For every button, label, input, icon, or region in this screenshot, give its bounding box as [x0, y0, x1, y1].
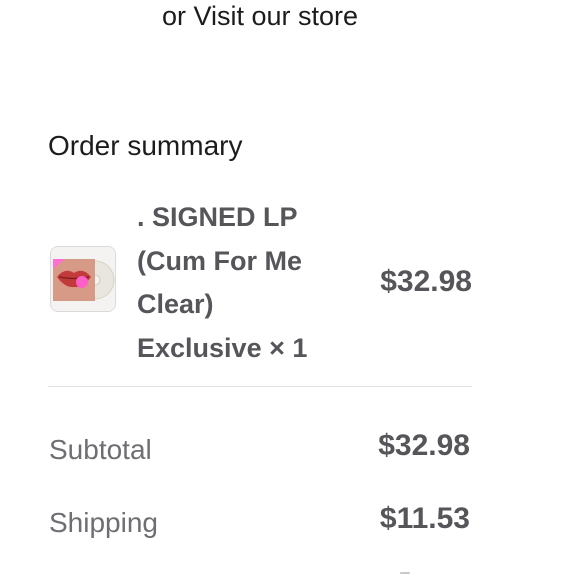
vinyl-record-lips-artwork-icon — [51, 247, 115, 311]
shipping-row: Shipping $11.53 — [48, 502, 470, 543]
subtotal-value: $32.98 — [378, 429, 470, 462]
subtotal-label: Subtotal — [49, 434, 152, 465]
shipping-value: $11.53 — [379, 502, 470, 535]
visit-store-link[interactable]: or Visit our store — [0, 0, 520, 34]
line-item: . SIGNED LP (Cum For Me Clear) Exclusive… — [48, 196, 472, 366]
cut-off-row-hint — [400, 572, 410, 574]
line-item-name: . SIGNED LP (Cum For Me Clear) Exclusive… — [137, 202, 308, 363]
order-summary-title: Order summary — [48, 130, 243, 161]
shipping-label: Shipping — [49, 507, 158, 538]
product-thumbnail — [50, 246, 116, 312]
line-item-price: $32.98 — [380, 265, 472, 298]
subtotal-row: Subtotal $32.98 — [48, 429, 470, 470]
divider — [48, 386, 472, 387]
